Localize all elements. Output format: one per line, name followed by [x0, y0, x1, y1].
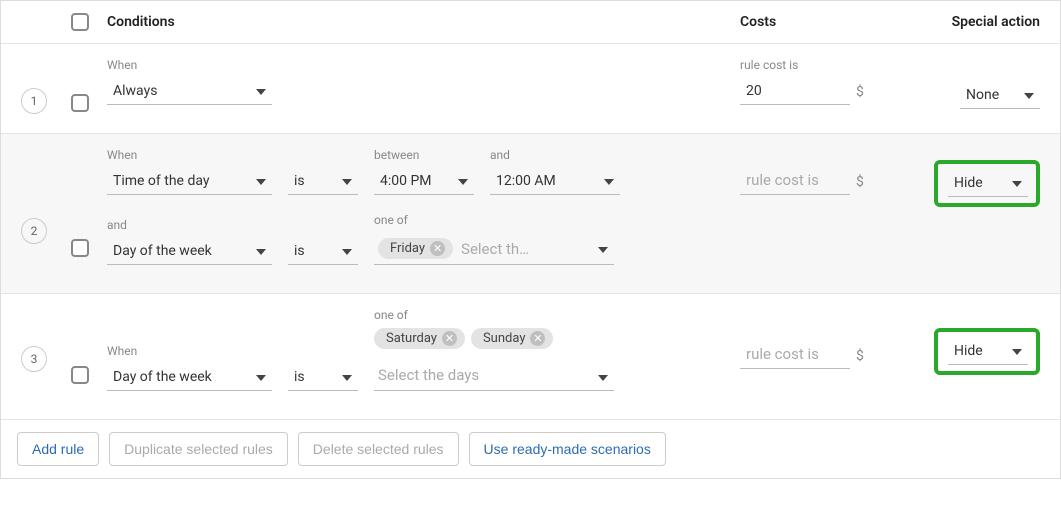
multiselect-placeholder: Select th…	[461, 240, 529, 258]
time-from-select[interactable]: 4:00 PM	[374, 168, 474, 195]
action-cell: Hide	[910, 148, 1040, 275]
condition-type-select[interactable]: Day of the week	[107, 238, 272, 265]
header-special-action: Special action	[910, 14, 1040, 30]
special-action-select[interactable]: Hide	[948, 338, 1028, 365]
rule-row: 3 When Day of the week is	[1, 294, 1060, 420]
footer-toolbar: Add rule Duplicate selected rules Delete…	[1, 420, 1060, 478]
col-select-all	[71, 13, 107, 31]
days-multiselect[interactable]: Friday ✕ Select th…	[374, 233, 614, 265]
currency-label: $	[856, 348, 864, 369]
rule-select-checkbox[interactable]	[71, 239, 89, 257]
rule-select-cell	[71, 148, 107, 275]
day-chip: Saturday ✕	[374, 328, 465, 349]
and-label: and	[107, 218, 272, 232]
rule-select-checkbox[interactable]	[71, 366, 89, 384]
rule-index-badge: 1	[21, 88, 47, 114]
duplicate-rules-button[interactable]: Duplicate selected rules	[109, 432, 288, 466]
operator-value: is	[288, 168, 358, 195]
rule-index-badge: 2	[21, 218, 47, 244]
condition-type-value: Day of the week	[107, 364, 272, 391]
header-conditions: Conditions	[107, 14, 740, 30]
rule-index-cell: 3	[21, 308, 71, 401]
conditions-cell: When Time of the day is between	[107, 148, 740, 275]
between-label: between	[374, 148, 474, 162]
costs-cell: rule cost is $	[740, 148, 910, 275]
action-cell: Hide	[910, 308, 1040, 401]
costs-cell: rule cost is $	[740, 308, 910, 401]
condition-type-select[interactable]: Day of the week	[107, 364, 272, 391]
chip-label: Friday	[390, 241, 425, 256]
operator-value: is	[288, 238, 358, 265]
one-of-label: one of	[374, 308, 614, 322]
when-label: When	[107, 344, 272, 358]
condition-type-select[interactable]: Time of the day	[107, 168, 272, 195]
chip-remove-icon[interactable]: ✕	[442, 331, 457, 346]
rule-row: 2 When Time of the day is	[1, 134, 1060, 294]
currency-label: $	[856, 84, 864, 105]
day-chip: Sunday ✕	[471, 328, 554, 349]
action-cell: None	[910, 58, 1040, 115]
condition-type-value: Always	[107, 78, 272, 105]
ready-made-button[interactable]: Use ready-made scenarios	[469, 432, 666, 466]
multiselect-placeholder: Select the days	[378, 366, 479, 384]
time-to-value: 12:00 AM	[490, 168, 620, 195]
operator-value: is	[288, 364, 358, 391]
rule-cost-label: rule cost is	[740, 58, 910, 72]
rule-index-cell: 1	[21, 58, 71, 115]
chip-remove-icon[interactable]: ✕	[530, 331, 545, 346]
currency-label: $	[856, 174, 864, 195]
add-rule-button[interactable]: Add rule	[17, 432, 99, 466]
special-action-select[interactable]: Hide	[948, 170, 1028, 197]
chip-label: Saturday	[386, 331, 437, 346]
conditions-cell: When Always	[107, 58, 740, 115]
operator-select[interactable]: is	[288, 238, 358, 265]
when-label: When	[107, 148, 272, 162]
day-chip: Friday ✕	[378, 238, 453, 259]
highlight-box: Hide	[934, 160, 1040, 207]
operator-select[interactable]: is	[288, 364, 358, 391]
delete-rules-button[interactable]: Delete selected rules	[298, 432, 459, 466]
rule-select-cell	[71, 308, 107, 401]
rule-index-badge: 3	[21, 346, 47, 372]
costs-cell: rule cost is 20 $	[740, 58, 910, 115]
rule-cost-input[interactable]: rule cost is	[740, 340, 850, 369]
time-from-value: 4:00 PM	[374, 168, 474, 195]
time-to-select[interactable]: 12:00 AM	[490, 168, 620, 195]
rules-table: Conditions Costs Special action 1 When A…	[0, 0, 1061, 479]
rule-row: 1 When Always rule cost is 20 $	[1, 44, 1060, 134]
one-of-label: one of	[374, 213, 614, 227]
operator-select[interactable]: is	[288, 168, 358, 195]
when-label: When	[107, 58, 272, 72]
special-action-value: Hide	[948, 338, 1028, 365]
rule-cost-input[interactable]: rule cost is	[740, 166, 850, 195]
condition-type-value: Time of the day	[107, 168, 272, 195]
special-action-select[interactable]: None	[960, 82, 1040, 109]
table-header: Conditions Costs Special action	[1, 1, 1060, 44]
rule-select-checkbox[interactable]	[71, 94, 89, 112]
condition-type-select[interactable]: Always	[107, 78, 272, 105]
chip-remove-icon[interactable]: ✕	[430, 241, 445, 256]
header-costs: Costs	[740, 14, 910, 30]
conditions-cell: When Day of the week is one of	[107, 308, 740, 401]
special-action-value: Hide	[948, 170, 1028, 197]
rule-cost-input[interactable]: 20	[740, 78, 850, 105]
chip-label: Sunday	[483, 331, 526, 346]
highlight-box: Hide	[934, 328, 1040, 375]
condition-type-value: Day of the week	[107, 238, 272, 265]
rule-index-cell: 2	[21, 148, 71, 275]
days-multiselect[interactable]: Saturday ✕ Sunday ✕ Select the days	[374, 328, 614, 391]
rule-select-cell	[71, 91, 107, 115]
special-action-value: None	[960, 82, 1040, 109]
and-label: and	[490, 148, 620, 162]
select-all-checkbox[interactable]	[71, 13, 89, 31]
